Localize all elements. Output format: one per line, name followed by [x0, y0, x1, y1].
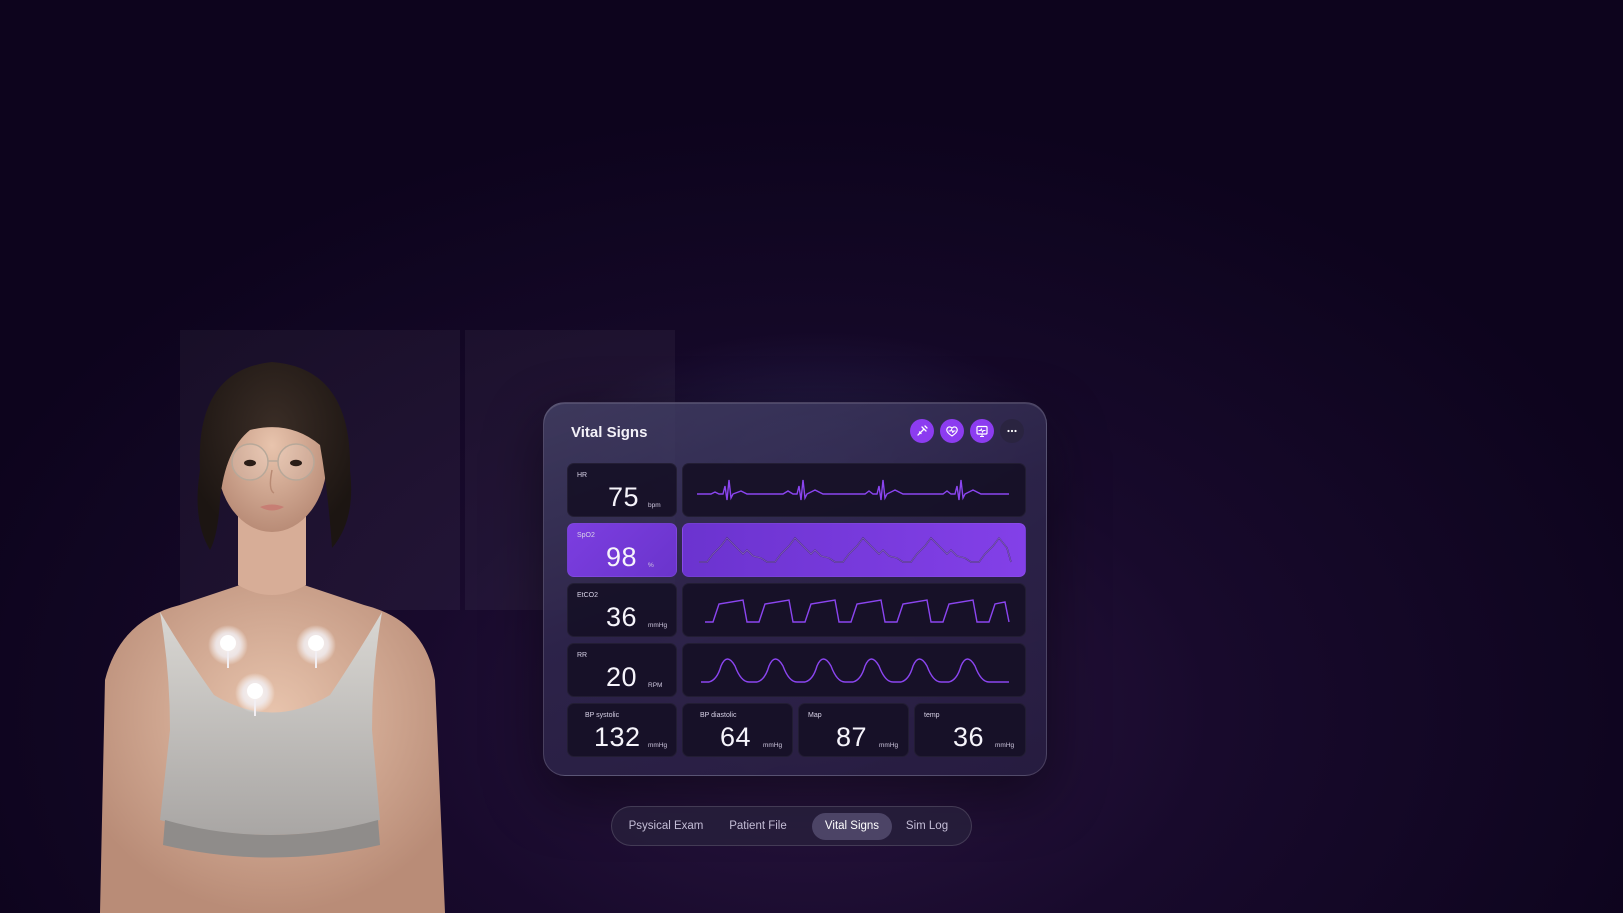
bp-systolic-card[interactable]: BP systolic 132 mmHg	[567, 703, 677, 757]
bp-diastolic-label: BP diastolic	[700, 712, 737, 719]
more-button[interactable]	[1000, 419, 1024, 443]
map-label: Map	[808, 712, 822, 719]
tab-bar: Psysical Exam Patient File Vital Signs S…	[611, 806, 972, 846]
etco2-value: 36	[606, 602, 638, 632]
map-value: 87	[836, 722, 868, 752]
spo2-card[interactable]: SpO2 98 %	[567, 523, 677, 577]
etco2-waveform	[682, 583, 1026, 637]
map-unit: mmHg	[879, 742, 899, 749]
bp-systolic-value: 132	[594, 722, 641, 752]
hr-value: 75	[608, 482, 640, 512]
etco2-unit: mmHg	[648, 622, 668, 629]
spo2-waveform-line	[699, 536, 1012, 563]
syringe-icon	[917, 425, 928, 436]
rr-value: 20	[606, 662, 638, 692]
syringe-button[interactable]	[910, 419, 934, 443]
monitor-icon	[976, 425, 988, 437]
vital-signs-panel: Vital Signs HR 75 bpm SpO2 98 % EtCO2 36	[543, 402, 1047, 776]
monitor-button[interactable]	[970, 419, 994, 443]
temp-unit: mmHg	[995, 742, 1015, 749]
rr-waveform	[682, 643, 1026, 697]
panel-title: Vital Signs	[571, 424, 648, 441]
temp-value: 36	[953, 722, 985, 752]
spo2-value: 98	[606, 542, 638, 572]
rr-unit: RPM	[648, 682, 663, 689]
bp-diastolic-unit: mmHg	[763, 742, 783, 749]
rr-waveform-line	[701, 658, 1009, 683]
heart-icon	[946, 426, 958, 437]
more-icon	[1007, 429, 1017, 433]
spo2-unit: %	[648, 562, 654, 569]
etco2-waveform-line	[705, 599, 1010, 623]
tab-patient-file[interactable]: Patient File	[716, 813, 800, 840]
spo2-waveform	[682, 523, 1026, 577]
bp-systolic-unit: mmHg	[648, 742, 668, 749]
rr-card[interactable]: RR 20 RPM	[567, 643, 677, 697]
tab-physical-exam[interactable]: Psysical Exam	[622, 813, 710, 840]
hr-card[interactable]: HR 75 bpm	[567, 463, 677, 517]
rr-label: RR	[577, 652, 588, 659]
hr-label: HR	[577, 472, 588, 479]
etco2-card[interactable]: EtCO2 36 mmHg	[567, 583, 677, 637]
temp-label: temp	[924, 712, 940, 719]
hr-unit: bpm	[648, 502, 661, 509]
tab-vital-signs[interactable]: Vital Signs	[812, 813, 892, 840]
bp-systolic-label: BP systolic	[585, 712, 620, 719]
hr-waveform	[682, 463, 1026, 517]
bp-diastolic-value: 64	[720, 722, 752, 752]
heart-button[interactable]	[940, 419, 964, 443]
etco2-label: EtCO2	[577, 592, 599, 599]
temp-card[interactable]: temp 36 mmHg	[914, 703, 1026, 757]
patient-avatar	[100, 362, 445, 913]
tab-sim-log[interactable]: Sim Log	[896, 813, 958, 840]
bp-diastolic-card[interactable]: BP diastolic 64 mmHg	[682, 703, 793, 757]
hr-waveform-line	[697, 479, 1009, 501]
map-card[interactable]: Map 87 mmHg	[798, 703, 909, 757]
spo2-label: SpO2	[577, 532, 595, 539]
